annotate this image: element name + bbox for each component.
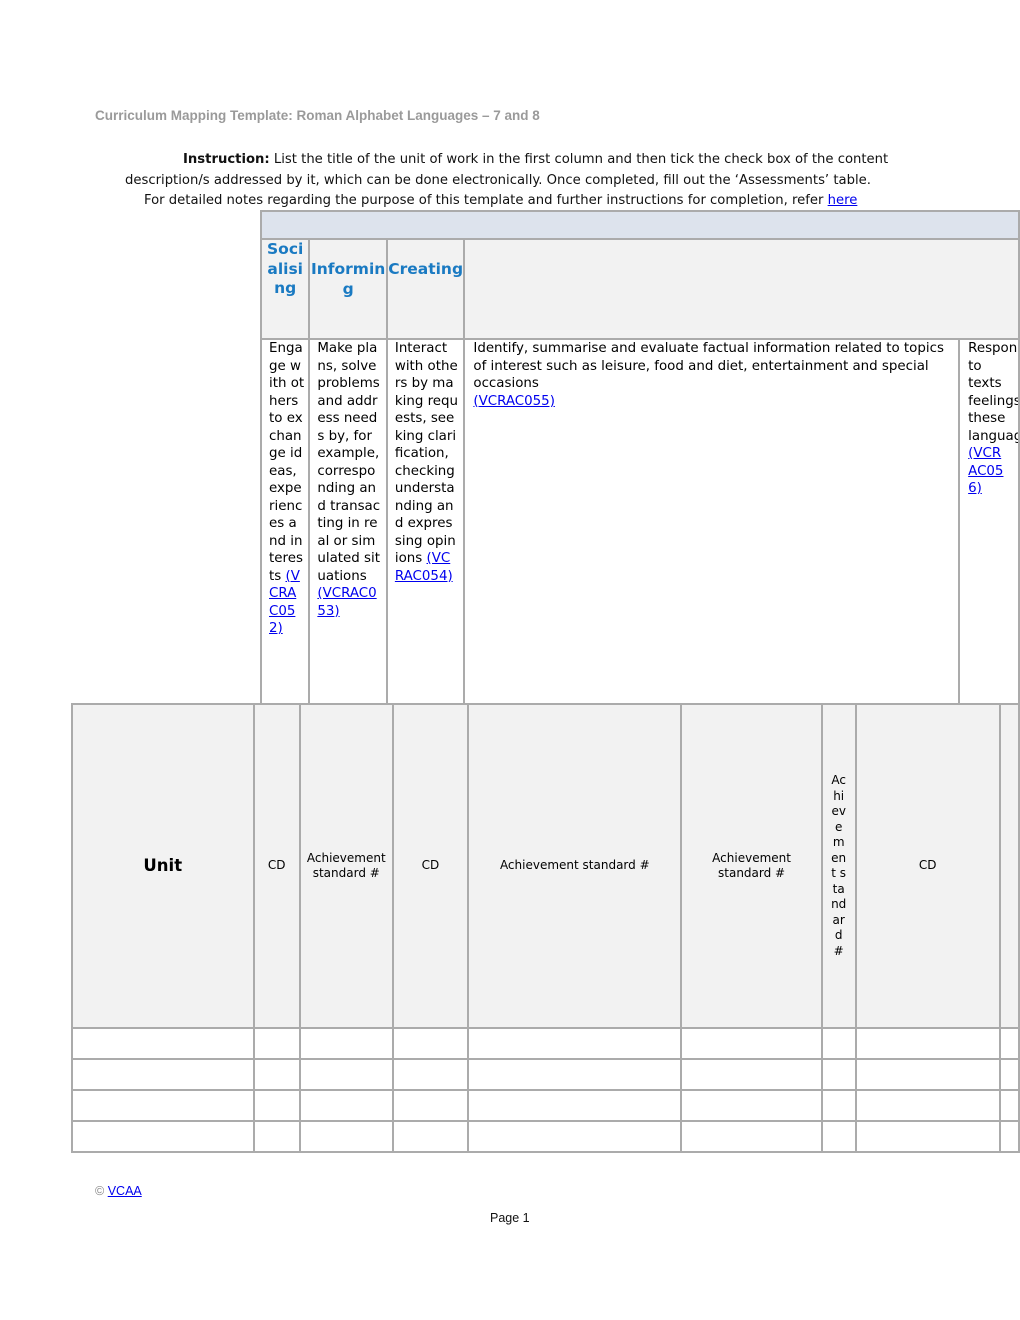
checkbox-cell[interactable] (820, 1027, 857, 1060)
cd-text: Engage with others to exchange ideas, ex… (269, 341, 305, 584)
checkbox-cell[interactable] (998, 1120, 1020, 1153)
mapping-row (71, 1089, 1020, 1122)
header-cd: CD (854, 703, 1001, 1029)
content-description-row: Engage with others to exchange ideas, ex… (259, 338, 1020, 722)
checkbox-cell[interactable] (467, 1089, 683, 1122)
strand-heading-row: Socialising Informing Creating (259, 238, 1020, 340)
checkbox-cell[interactable] (467, 1058, 683, 1091)
cd-code-link[interactable]: (VCRAC053) (317, 586, 376, 619)
unit-input-cell[interactable] (71, 1089, 255, 1122)
mapping-row (71, 1058, 1020, 1091)
mapping-row (71, 1027, 1020, 1060)
checkbox-cell[interactable] (467, 1120, 683, 1153)
footer-copyright: © VCAA (95, 1184, 142, 1198)
cd-text: Identify, summarise and evaluate factual… (473, 341, 944, 391)
checkbox-cell[interactable] (391, 1058, 470, 1091)
checkbox-cell[interactable] (467, 1027, 683, 1060)
checkbox-cell[interactable] (680, 1120, 823, 1153)
instruction-line-3: For detailed notes regarding the purpose… (110, 191, 920, 212)
content-descriptions-banner (260, 210, 1020, 240)
checkbox-cell[interactable] (298, 1027, 394, 1060)
strand-informing: Informing (308, 238, 388, 340)
instruction-text-3: For detailed notes regarding the purpose… (144, 193, 828, 208)
instruction-text-1: List the title of the unit of work in th… (269, 152, 889, 167)
instruction-paragraph: Instruction: List the title of the unit … (110, 150, 920, 212)
checkbox-cell[interactable] (998, 1089, 1020, 1122)
header-extra (998, 703, 1020, 1029)
checkbox-cell[interactable] (252, 1120, 301, 1153)
checkbox-cell[interactable] (998, 1058, 1020, 1091)
checkbox-cell[interactable] (854, 1089, 1001, 1122)
header-achievement-standard: Achievement standard # (467, 703, 683, 1029)
cd-text: Interact with others by making requests,… (394, 341, 459, 566)
mapping-row (71, 1120, 1020, 1153)
checkbox-cell[interactable] (820, 1089, 857, 1122)
strand-creating: Creating (385, 238, 466, 340)
checkbox-cell[interactable] (391, 1120, 470, 1153)
document-title: Curriculum Mapping Template: Roman Alpha… (95, 108, 540, 123)
cd-text-truncated: Respond to texts feelings these language (968, 341, 1019, 444)
cd-code-link[interactable]: (VCRAC056) (968, 446, 1003, 496)
unit-input-cell[interactable] (71, 1120, 255, 1153)
checkbox-cell[interactable] (252, 1058, 301, 1091)
header-achievement-standard: Achievement standard # (298, 703, 394, 1029)
checkbox-cell[interactable] (298, 1058, 394, 1091)
header-cd: CD (391, 703, 470, 1029)
checkbox-cell[interactable] (820, 1058, 857, 1091)
checkbox-cell[interactable] (854, 1120, 1001, 1153)
checkbox-cell[interactable] (252, 1027, 301, 1060)
strand-blank (463, 238, 1020, 340)
cd-code-link[interactable]: (VCRAC055) (473, 394, 555, 409)
instructions-here-link[interactable]: here (828, 193, 858, 208)
header-cd: CD (252, 703, 301, 1029)
checkbox-cell[interactable] (391, 1027, 470, 1060)
banner-cell (260, 210, 1020, 240)
checkbox-cell[interactable] (680, 1058, 823, 1091)
checkbox-cell[interactable] (854, 1027, 1001, 1060)
header-achievement-standard-narrow: Achievement standard # (820, 703, 857, 1029)
checkbox-cell[interactable] (391, 1089, 470, 1122)
vcaa-link[interactable]: VCAA (108, 1184, 142, 1198)
mapping-header-row: Unit CD Achievement standard # CD Achiev… (71, 703, 1020, 1029)
instruction-line-2: description/s addressed by it, which can… (125, 172, 871, 188)
checkbox-cell[interactable] (680, 1089, 823, 1122)
unit-input-cell[interactable] (71, 1027, 255, 1060)
header-unit: Unit (71, 703, 255, 1029)
strand-socialising: Socialising (259, 238, 311, 340)
content-description-cell: Make plans, solve problems and address n… (308, 338, 388, 722)
checkbox-cell[interactable] (298, 1089, 394, 1122)
content-description-cell: Identify, summarise and evaluate factual… (463, 338, 961, 722)
checkbox-cell[interactable] (820, 1120, 857, 1153)
checkbox-cell[interactable] (252, 1089, 301, 1122)
instruction-label: Instruction: (183, 152, 270, 167)
content-description-cell: Respond to texts feelings these language… (958, 338, 1020, 722)
page-number: Page 1 (490, 1211, 530, 1225)
unit-mapping-table: Unit CD Achievement standard # CD Achiev… (71, 703, 1020, 1153)
header-achievement-standard: Achievement standard # (680, 703, 823, 1029)
content-description-cell: Engage with others to exchange ideas, ex… (259, 338, 311, 722)
instruction-line-1: Instruction: List the title of the unit … (110, 150, 920, 171)
unit-input-cell[interactable] (71, 1058, 255, 1091)
cd-text: Make plans, solve problems and address n… (317, 341, 381, 584)
cd-text: Respond to texts feelings these language… (968, 341, 1017, 498)
checkbox-cell[interactable] (998, 1027, 1020, 1060)
checkbox-cell[interactable] (298, 1120, 394, 1153)
copyright-icon: © (95, 1184, 105, 1198)
content-descriptions-table: Socialising Informing Creating Engage wi… (259, 210, 1020, 722)
checkbox-cell[interactable] (680, 1027, 823, 1060)
checkbox-cell[interactable] (854, 1058, 1001, 1091)
content-description-cell: Interact with others by making requests,… (385, 338, 466, 722)
